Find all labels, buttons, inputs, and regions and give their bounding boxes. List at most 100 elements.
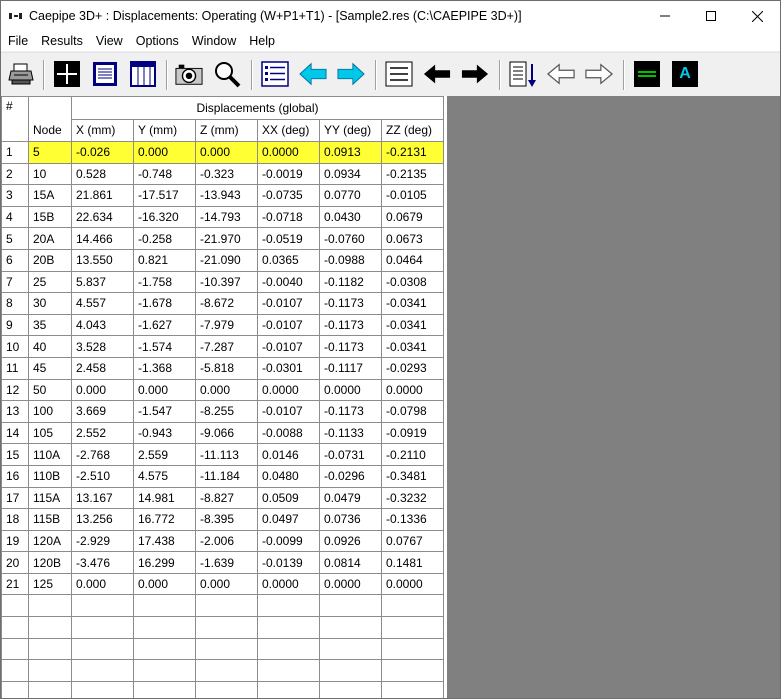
table-cell[interactable]: 105 <box>28 421 72 445</box>
table-row[interactable]: 2 10 0.528 -0.748 -0.323 -0.0019 0.0934 -0.2135 <box>1 162 444 186</box>
table-row[interactable]: 21 125 0.000 0.000 0.000 0.0000 0.0000 0.0000 <box>1 572 444 596</box>
table-cell[interactable]: 45 <box>28 356 72 380</box>
row-number[interactable]: 11 <box>1 356 29 380</box>
list-button[interactable] <box>261 60 289 88</box>
table-cell[interactable]: -5.818 <box>195 356 258 380</box>
table-row[interactable]: 10 40 3.528 -1.574 -7.287 -0.0107 -0.1173 -0.03… <box>1 335 444 358</box>
table-cell[interactable]: -0.1182 <box>319 270 382 294</box>
table-cell[interactable]: 2.458 <box>71 356 134 380</box>
row-number[interactable]: 6 <box>1 248 29 272</box>
table-cell[interactable]: 3.528 <box>71 335 134 358</box>
table-cell[interactable]: -0.0107 <box>257 400 320 423</box>
menu-results[interactable]: Results <box>34 34 89 48</box>
print-button[interactable] <box>7 60 35 88</box>
table-cell[interactable]: 2.552 <box>71 421 134 445</box>
table-cell[interactable]: -0.0107 <box>257 313 320 337</box>
table-cell[interactable]: -1.547 <box>133 400 196 423</box>
table-row[interactable]: 5 20A 14.466 -0.258 -21.970 -0.0519 -0.0760 0.0… <box>1 227 444 250</box>
table-cell[interactable]: -0.0296 <box>319 464 382 488</box>
table-cell[interactable]: 3.669 <box>71 400 134 423</box>
table-cell[interactable]: -0.2135 <box>381 162 444 186</box>
table-cell[interactable]: 0.0673 <box>381 227 444 250</box>
menu-view[interactable]: View <box>89 34 129 48</box>
table-cell[interactable]: 30 <box>28 292 72 315</box>
row-number[interactable]: 4 <box>1 205 29 229</box>
table-cell[interactable]: -0.748 <box>133 162 196 186</box>
table-cell[interactable]: 0.0926 <box>319 529 382 553</box>
outline-left-button[interactable] <box>547 60 575 88</box>
close-button[interactable] <box>734 1 780 31</box>
table-cell[interactable]: 13.167 <box>71 486 134 510</box>
table-cell[interactable]: 0.0000 <box>257 141 320 164</box>
menu-help[interactable]: Help <box>242 34 281 48</box>
table-cell[interactable]: -0.0341 <box>381 292 444 315</box>
table-cell[interactable]: 16.299 <box>133 551 196 574</box>
table-row[interactable]: 11 45 2.458 -1.368 -5.818 -0.0301 -0.1117 -0.02… <box>1 356 444 380</box>
table-cell[interactable]: -2.929 <box>71 529 134 553</box>
table-cell[interactable]: 0.000 <box>133 572 196 596</box>
table-cell[interactable]: -1.574 <box>133 335 196 358</box>
table-cell[interactable]: 125 <box>28 572 72 596</box>
table-cell[interactable]: 110A <box>28 443 72 466</box>
table-cell[interactable]: 0.0000 <box>319 378 382 402</box>
table-cell[interactable]: -0.0088 <box>257 421 320 445</box>
table-cell[interactable]: -14.793 <box>195 205 258 229</box>
column-header[interactable]: Node <box>28 119 72 142</box>
table-cell[interactable]: 120B <box>28 551 72 574</box>
row-number[interactable]: 14 <box>1 421 29 445</box>
table-cell[interactable]: -0.0919 <box>381 421 444 445</box>
menu-file[interactable]: File <box>1 34 34 48</box>
table-row[interactable]: 7 25 5.837 -1.758 -10.397 -0.0040 -0.1182 -0.03… <box>1 270 444 294</box>
table-cell[interactable]: -2.006 <box>195 529 258 553</box>
table-cell[interactable]: -17.517 <box>133 184 196 207</box>
table-cell[interactable]: -8.395 <box>195 508 258 531</box>
table-row[interactable]: 17 115A 13.167 14.981 -8.827 0.0509 0.0479 -0.3… <box>1 486 444 510</box>
table-cell[interactable]: -13.943 <box>195 184 258 207</box>
table-cell[interactable]: -9.066 <box>195 421 258 445</box>
table-cell[interactable]: -0.1173 <box>319 313 382 337</box>
table-row[interactable]: 15 110A -2.768 2.559 -11.113 0.0146 -0.0731 -0.… <box>1 443 444 466</box>
table-cell[interactable]: -0.258 <box>133 227 196 250</box>
table-cell[interactable]: -0.0519 <box>257 227 320 250</box>
forward-button[interactable] <box>461 60 489 88</box>
table-row[interactable]: 6 20B 13.550 0.821 -21.090 0.0365 -0.0988 0.046… <box>1 248 444 272</box>
table-cell[interactable]: 15B <box>28 205 72 229</box>
table-cell[interactable]: -0.0798 <box>381 400 444 423</box>
column-header[interactable]: XX (deg) <box>257 118 320 142</box>
table-cell[interactable]: 17.438 <box>133 529 196 553</box>
table-cell[interactable]: 10 <box>28 162 72 186</box>
table-row[interactable]: 20 120B -3.476 16.299 -1.639 -0.0139 0.0814 0.1… <box>1 551 444 574</box>
table-cell[interactable]: -1.678 <box>133 292 196 315</box>
table-cell[interactable]: 0.0679 <box>381 205 444 229</box>
table-cell[interactable]: -0.1173 <box>319 335 382 358</box>
table-cell[interactable]: -0.0341 <box>381 335 444 358</box>
table-cell[interactable]: -7.979 <box>195 313 258 337</box>
table-cell[interactable]: 13.256 <box>71 508 134 531</box>
table-row[interactable]: 9 35 4.043 -1.627 -7.979 -0.0107 -0.1173 -0.034… <box>1 313 444 337</box>
table-cell[interactable]: -11.113 <box>195 443 258 466</box>
table-cell[interactable]: -2.510 <box>71 464 134 488</box>
table-cell[interactable]: -0.0341 <box>381 313 444 337</box>
table-row[interactable]: 12 50 0.000 0.000 0.000 0.0000 0.0000 0.0000 <box>1 378 444 402</box>
table-row[interactable]: 18 115B 13.256 16.772 -8.395 0.0497 0.0736 -0.1… <box>1 508 444 531</box>
table-cell[interactable]: 14.981 <box>133 486 196 510</box>
table-cell[interactable]: 4.575 <box>133 464 196 488</box>
table-cell[interactable]: -0.3232 <box>381 486 444 510</box>
table-cell[interactable]: 0.0480 <box>257 464 320 488</box>
row-number[interactable]: 7 <box>1 270 29 294</box>
table-cell[interactable]: 0.000 <box>195 572 258 596</box>
row-number[interactable]: 18 <box>1 508 29 531</box>
table-cell[interactable]: 0.0767 <box>381 529 444 553</box>
minimize-button[interactable] <box>642 1 688 31</box>
column-header[interactable]: X (mm) <box>71 118 134 142</box>
table-cell[interactable]: 5 <box>28 141 72 164</box>
row-number[interactable]: 15 <box>1 443 29 466</box>
table-cell[interactable]: -0.0988 <box>319 248 382 272</box>
row-number[interactable]: 3 <box>1 184 29 207</box>
table-cell[interactable]: -0.1117 <box>319 356 382 380</box>
table-cell[interactable]: 0.0430 <box>319 205 382 229</box>
table-row[interactable]: 19 120A -2.929 17.438 -2.006 -0.0099 0.0926 0.0… <box>1 529 444 553</box>
row-number[interactable]: 19 <box>1 529 29 553</box>
column-header[interactable]: ZZ (deg) <box>381 118 444 142</box>
table-cell[interactable]: -3.476 <box>71 551 134 574</box>
